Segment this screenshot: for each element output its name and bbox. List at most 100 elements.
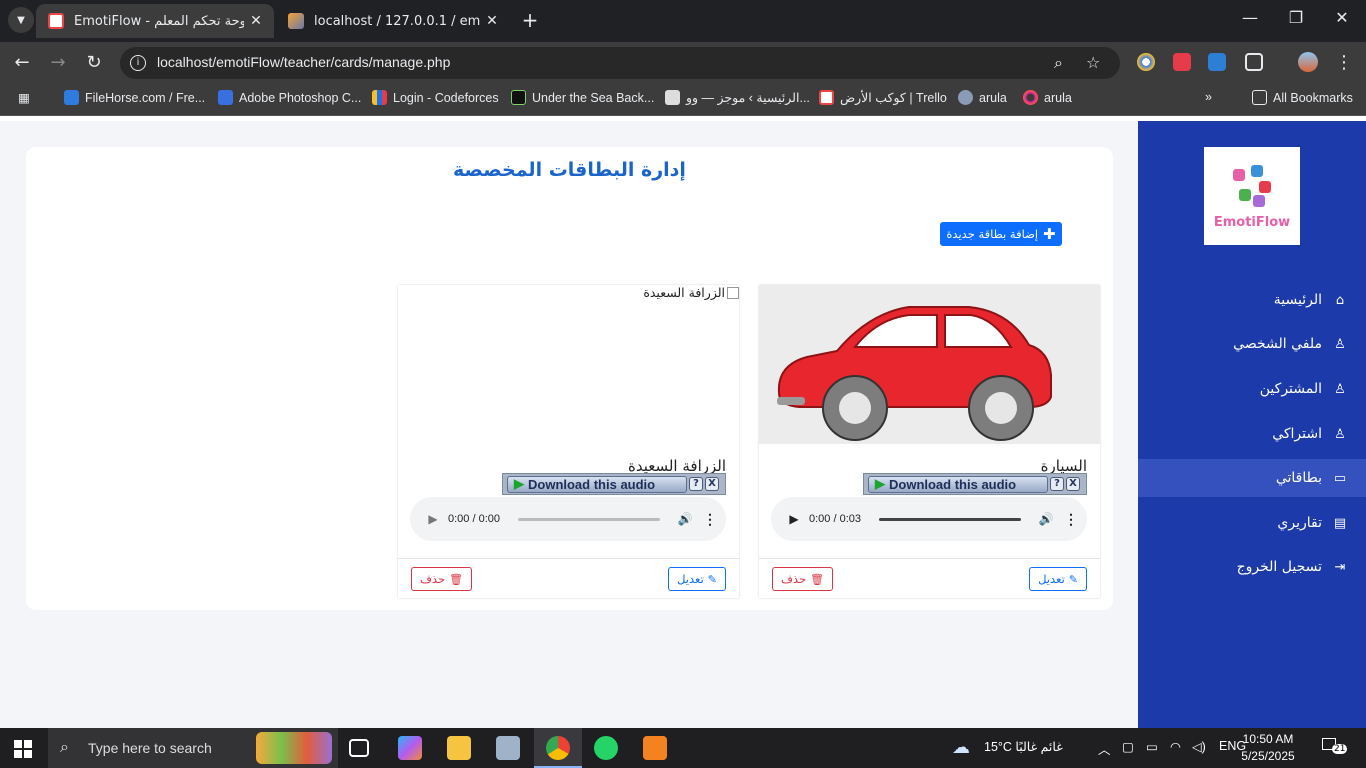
user-icon: ♙: [1334, 336, 1346, 352]
weather-icon[interactable]: ☁: [952, 737, 970, 758]
bookmark-item[interactable]: Adobe Photoshop C...: [218, 90, 361, 105]
play-arrow-icon: ▶: [875, 476, 885, 491]
battery-icon[interactable]: ▭: [1146, 739, 1158, 754]
play-icon[interactable]: ▶: [418, 512, 448, 526]
xampp-icon[interactable]: [643, 736, 667, 760]
zoom-search-icon[interactable]: ⌕: [1054, 53, 1063, 73]
delete-button[interactable]: 🗑 حذف: [411, 567, 473, 591]
address-bar[interactable]: i localhost/emotiFlow/teacher/cards/mana…: [120, 47, 1120, 79]
file-explorer-icon[interactable]: [447, 736, 471, 760]
sidebar-item-cards[interactable]: بطاقاتي ▭: [1138, 459, 1366, 497]
play-arrow-icon: ▶: [514, 476, 524, 491]
tab-emotiflow[interactable]: EmotiFlow - لوحة تحكم المعلم ✕: [36, 4, 274, 38]
forward-icon[interactable]: →: [46, 51, 70, 75]
tab-search-button[interactable]: ▼: [8, 7, 34, 33]
bookmark-item[interactable]: arula: [958, 90, 1007, 105]
chrome-icon[interactable]: [546, 736, 570, 760]
emotiflow-favicon-icon: [48, 13, 64, 29]
delete-button[interactable]: 🗑 حذف: [772, 567, 834, 591]
bookmark-item[interactable]: الرئيسية › موجز — وو...: [665, 90, 810, 105]
bookmark-item[interactable]: Login - Codeforces: [372, 90, 499, 105]
cards-icon: ▭: [1333, 470, 1347, 486]
add-card-button[interactable]: ✚ إضافة بطاقة جديدة: [940, 222, 1062, 246]
puzzle-icon[interactable]: [1245, 53, 1263, 71]
reload-icon[interactable]: ↻: [82, 51, 106, 75]
sidebar-item-label: اشتراكي: [1272, 426, 1322, 442]
sidebar-item-subscribers[interactable]: المشتركين ♙: [1138, 370, 1366, 408]
weather-text[interactable]: 15°C غائم غالبًا: [984, 739, 1063, 754]
wifi-icon[interactable]: ◠: [1170, 739, 1181, 754]
bookmark-star-icon[interactable]: ☆: [1086, 53, 1100, 72]
help-icon[interactable]: ?: [1050, 477, 1064, 491]
taskbar-search[interactable]: ⌕ Type here to search: [48, 728, 338, 768]
sidebar-item-reports[interactable]: تقاريري ▤: [1138, 504, 1366, 542]
audio-time: 0:00 / 0:00: [448, 513, 500, 525]
menu-icon[interactable]: ⋮: [1332, 51, 1356, 75]
avatar[interactable]: [1298, 52, 1318, 72]
notifications-button[interactable]: 21: [1322, 738, 1348, 758]
windows-start-icon[interactable]: [14, 740, 32, 758]
bookmark-item[interactable]: FileHorse.com / Fre...: [64, 90, 205, 105]
sidebar-item-logout[interactable]: تسجيل الخروج ⇥: [1138, 548, 1366, 586]
tab-strip: ▼ EmotiFlow - لوحة تحكم المعلم ✕ localho…: [0, 0, 1366, 42]
download-audio-button[interactable]: ▶ Download this audio: [868, 475, 1048, 493]
volume-icon[interactable]: 🔊: [670, 512, 700, 526]
close-icon[interactable]: X: [1066, 477, 1080, 491]
card-footer: 🗑 حذف ✎ تعديل: [759, 558, 1100, 598]
play-icon[interactable]: ▶: [779, 512, 809, 526]
sidebar-item-label: ملفي الشخصي: [1233, 336, 1322, 352]
plus-icon: ✚: [1043, 225, 1056, 243]
taskbar: ⌕ Type here to search ☁ 15°C غائم غالبًا…: [0, 728, 1366, 768]
card-image: [759, 285, 1100, 444]
bookmark-item[interactable]: كوكب الأرض | Trello: [819, 90, 947, 105]
card-footer: 🗑 حذف ✎ تعديل: [398, 558, 739, 598]
site-info-icon[interactable]: i: [130, 55, 146, 71]
audio-seekbar[interactable]: [879, 517, 1021, 521]
close-window-icon[interactable]: ✕: [1322, 8, 1362, 27]
audio-seekbar[interactable]: [518, 517, 660, 521]
tab-phpmyadmin[interactable]: localhost / 127.0.0.1 / emotiflow ✕: [276, 4, 510, 38]
download-label: Download this audio: [528, 476, 656, 492]
clock[interactable]: 10:50 AM 5/25/2025: [1228, 731, 1308, 765]
restore-icon[interactable]: ❐: [1276, 8, 1316, 27]
extension-icon[interactable]: [1137, 53, 1155, 71]
close-tab-icon[interactable]: ✕: [244, 13, 268, 29]
bookmark-label: FileHorse.com / Fre...: [85, 90, 206, 105]
sidebar-item-subscription[interactable]: اشتراكي ♙: [1138, 415, 1366, 453]
bookmark-label: Adobe Photoshop C...: [239, 90, 362, 105]
edit-button[interactable]: ✎ تعديل: [1029, 567, 1087, 591]
extension-icon[interactable]: [1208, 53, 1226, 71]
phpmyadmin-favicon-icon: [288, 13, 304, 29]
all-bookmarks-button[interactable]: All Bookmarks: [1252, 90, 1353, 105]
speaker-icon[interactable]: ◁): [1192, 739, 1206, 754]
whatsapp-icon[interactable]: [594, 736, 618, 760]
close-icon[interactable]: X: [705, 477, 719, 491]
extension-icon[interactable]: [1173, 53, 1191, 71]
bookmark-item[interactable]: arula: [1023, 90, 1072, 105]
new-tab-icon[interactable]: +: [518, 8, 542, 32]
sidebar-item-label: الرئيسية: [1273, 292, 1322, 308]
car-image: [777, 306, 1052, 441]
audio-player[interactable]: ▶ 0:00 / 0:03 🔊 ⋮: [771, 497, 1087, 541]
apps-icon[interactable]: ▦: [18, 90, 30, 105]
edit-button[interactable]: ✎ تعديل: [668, 567, 726, 591]
minimize-icon[interactable]: —: [1230, 8, 1270, 27]
download-audio-button[interactable]: ▶ Download this audio: [507, 475, 687, 493]
back-icon[interactable]: ←: [10, 51, 34, 75]
url-text[interactable]: localhost/emotiFlow/teacher/cards/manage…: [157, 54, 450, 70]
network-device-icon[interactable]: ▢: [1122, 739, 1134, 754]
audio-player[interactable]: ▶ 0:00 / 0:00 🔊 ⋮: [410, 497, 726, 541]
snipping-tool-icon[interactable]: [496, 736, 520, 760]
close-tab-icon[interactable]: ✕: [480, 13, 504, 29]
sidebar-item-home[interactable]: الرئيسية ⌂: [1138, 281, 1366, 319]
copilot-icon[interactable]: [398, 736, 422, 760]
task-view-icon[interactable]: [349, 739, 369, 757]
more-options-icon[interactable]: ⋮: [700, 511, 720, 528]
help-icon[interactable]: ?: [689, 477, 703, 491]
chevron-up-icon[interactable]: ︿: [1098, 739, 1111, 758]
bookmark-item[interactable]: Under the Sea Back...: [511, 90, 654, 105]
sidebar-item-profile[interactable]: ملفي الشخصي ♙: [1138, 325, 1366, 363]
more-bookmarks-icon[interactable]: »: [1205, 90, 1212, 104]
volume-icon[interactable]: 🔊: [1031, 512, 1061, 526]
more-options-icon[interactable]: ⋮: [1061, 511, 1081, 528]
